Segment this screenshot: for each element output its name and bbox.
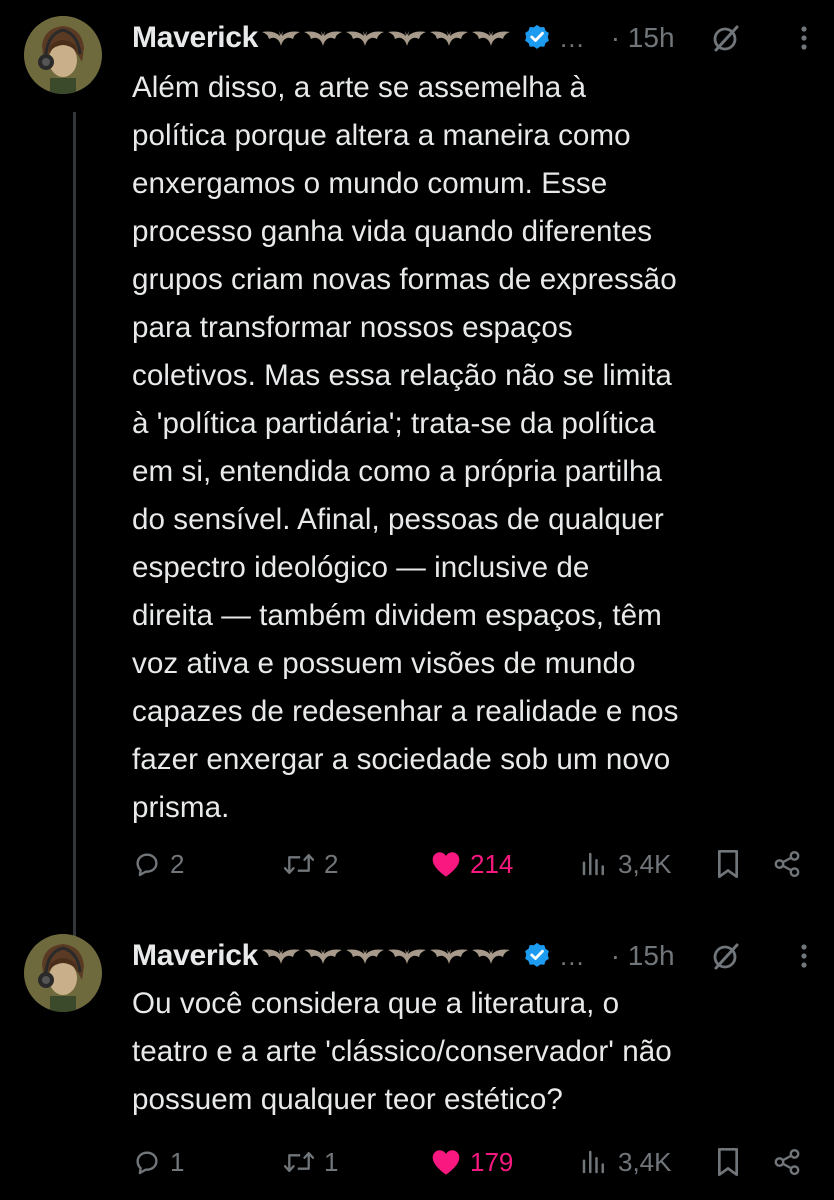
bat-emoji-icon: [346, 31, 385, 46]
bat-emoji-icon: [304, 949, 343, 964]
like-count: 179: [470, 1146, 514, 1177]
bat-emoji-icon: [430, 949, 469, 964]
bookmark-button[interactable]: [714, 844, 742, 884]
repost-button[interactable]: 1: [282, 1142, 338, 1182]
repost-icon: [283, 853, 315, 875]
reply-icon: [136, 1151, 158, 1175]
author-name[interactable]: Maverick: [132, 21, 258, 55]
tweet-text-line: política porque altera a maneira como: [132, 119, 631, 152]
tweet-text: Ou você considera que a literatura, o te…: [132, 980, 812, 1124]
bat-emoji-icon: [472, 949, 511, 964]
tweet-text-line: Ou você considera que a literatura, o: [132, 987, 620, 1020]
views-icon: [582, 1150, 604, 1174]
name-truncation-ellipsis: ...: [560, 22, 585, 53]
share-icon: [774, 1148, 800, 1176]
tweet-header: Maverick ... · 15h: [132, 16, 810, 60]
share-icon: [774, 850, 800, 878]
like-count: 214: [470, 848, 514, 879]
repost-count: 1: [324, 1146, 339, 1177]
grok-icon[interactable]: [711, 941, 741, 971]
more-icon[interactable]: [798, 941, 810, 971]
heart-icon: [432, 1150, 460, 1175]
bat-emoji-icon: [388, 31, 427, 46]
name-truncation-ellipsis: ...: [560, 940, 585, 971]
tweet-text-line: espectro ideológico — inclusive de: [132, 551, 590, 584]
tweet-action-bar: 1 1 179 3,4K: [132, 1142, 812, 1182]
tweet-text-line: em si, entendida como a própria partilha: [132, 455, 663, 488]
reply-count: 1: [170, 1146, 185, 1177]
tweet-text-line: do sensível. Afinal, pessoas de qualquer: [132, 503, 664, 536]
heart-icon: [432, 852, 460, 877]
reply-button[interactable]: 1: [132, 1142, 184, 1182]
repost-icon: [283, 1151, 315, 1173]
more-icon[interactable]: [798, 23, 810, 53]
tweet-text-line: enxergamos o mundo comum. Esse: [132, 167, 608, 200]
share-button[interactable]: [772, 1142, 802, 1182]
tweet-text-line: Além disso, a arte se assemelha à: [132, 71, 586, 104]
bat-emoji-row: [260, 27, 512, 49]
tweet-text-line: para transformar nossos espaços: [132, 311, 573, 344]
bat-emoji-icon: [388, 949, 427, 964]
bat-emoji-icon: [430, 31, 469, 46]
bat-emoji-row: [260, 945, 512, 967]
tweet-text-line: processo ganha vida quando diferentes: [132, 215, 653, 248]
bat-emoji-icon: [262, 949, 301, 964]
reply-count: 2: [170, 848, 185, 879]
tweet-text-line: teatro e a arte 'clássico/conservador' n…: [132, 1035, 672, 1068]
author-name[interactable]: Maverick: [132, 939, 258, 973]
tweet-text-line: fazer enxergar a sociedade sob um novo: [132, 743, 671, 776]
avatar[interactable]: [24, 16, 102, 94]
bookmark-button[interactable]: [714, 1142, 742, 1182]
reply-button[interactable]: 2: [132, 844, 184, 884]
bookmark-icon: [717, 1148, 738, 1176]
views-icon: [582, 852, 604, 876]
avatar[interactable]: [24, 934, 102, 1012]
tweet-text-line: voz ativa e possuem visões de mundo: [132, 647, 636, 680]
tweet-action-bar: 2 2 214 3,4K: [132, 844, 812, 884]
tweet-text-line: à 'política partidária'; trata-se da pol…: [132, 407, 656, 440]
views-button[interactable]: 3,4K: [578, 844, 672, 884]
tweet-text-line: prisma.: [132, 791, 230, 824]
bat-emoji-icon: [346, 949, 385, 964]
tweet-text-line: coletivos. Mas essa relação não se limit…: [132, 359, 672, 392]
bat-emoji-icon: [304, 31, 343, 46]
tweet-text-line: grupos criam novas formas de expressão: [132, 263, 677, 296]
verified-badge-icon: [525, 942, 549, 967]
bat-emoji-icon: [472, 31, 511, 46]
views-button[interactable]: 3,4K: [578, 1142, 672, 1182]
share-button[interactable]: [772, 844, 802, 884]
grok-icon[interactable]: [711, 23, 741, 53]
verified-badge-icon: [525, 24, 549, 49]
reply-icon: [136, 853, 158, 877]
tweet-text-line: possuem qualquer teor estético?: [132, 1083, 563, 1116]
bat-emoji-icon: [262, 31, 301, 46]
tweet-text-line: direita — também dividem espaços, têm: [132, 599, 662, 632]
bookmark-icon: [717, 850, 738, 878]
like-button[interactable]: 179: [430, 1142, 513, 1182]
tweet-text: Além disso, a arte se assemelha à políti…: [132, 64, 812, 832]
timestamp[interactable]: · 15h: [611, 940, 675, 972]
tweet-header: Maverick ... · 15h: [132, 934, 810, 978]
timestamp[interactable]: · 15h: [611, 22, 675, 54]
thread-connector-line: [73, 112, 76, 936]
repost-count: 2: [324, 848, 339, 879]
view-count: 3,4K: [618, 848, 672, 879]
tweet-text-line: capazes de redesenhar a realidade e nos: [132, 695, 679, 728]
view-count: 3,4K: [618, 1146, 672, 1177]
repost-button[interactable]: 2: [282, 844, 338, 884]
like-button[interactable]: 214: [430, 844, 513, 884]
